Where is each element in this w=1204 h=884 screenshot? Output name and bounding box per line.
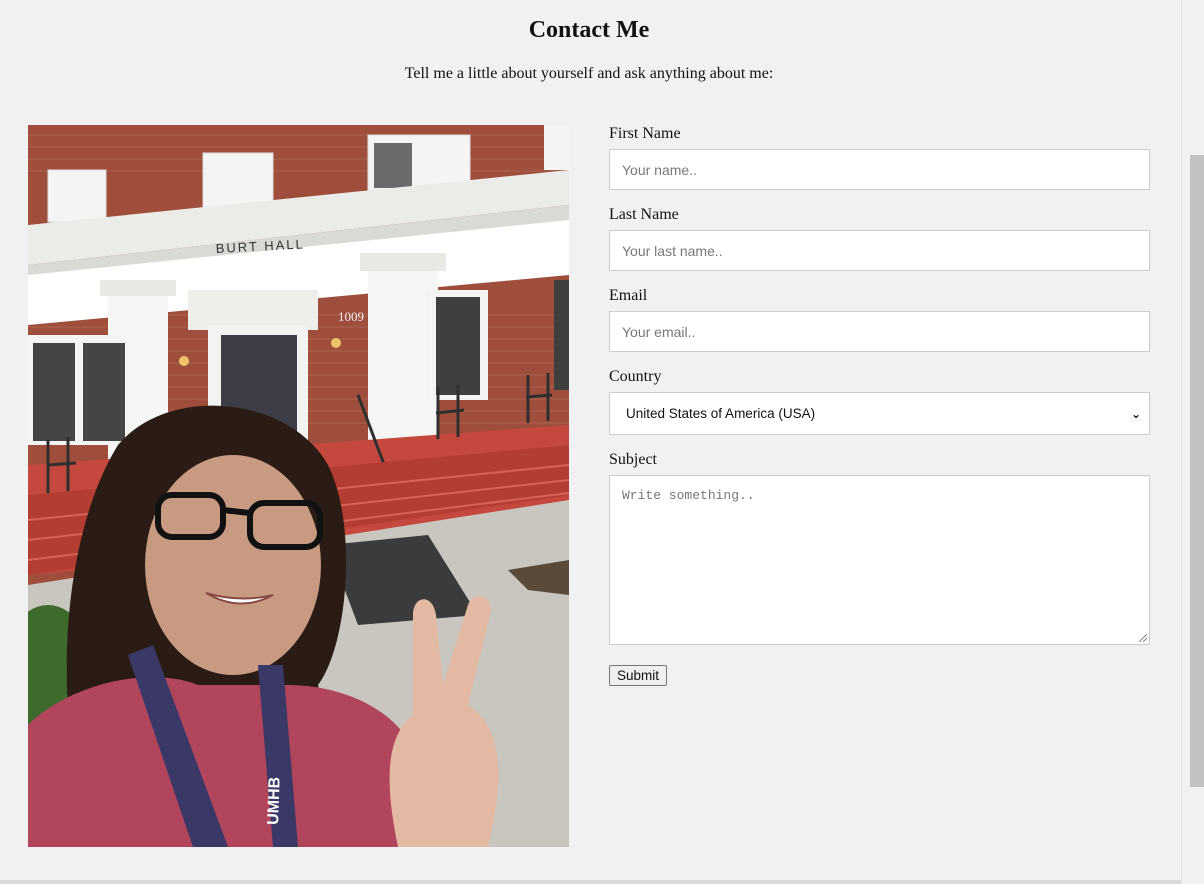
first-name-placeholder: Your name.. bbox=[622, 161, 697, 178]
chevron-down-icon: ⌄ bbox=[1130, 406, 1141, 421]
last-name-input[interactable]: Your last name.. bbox=[609, 230, 1150, 271]
country-select[interactable]: United States of America (USA) ⌄ bbox=[609, 392, 1150, 435]
profile-photo: BURT HALL 1009 UMHB bbox=[28, 125, 569, 847]
lanyard-text: UMHB bbox=[265, 777, 284, 826]
email-input[interactable]: Your email.. bbox=[609, 311, 1150, 352]
page: Contact Me Tell me a little about yourse… bbox=[0, 0, 1181, 880]
email-placeholder: Your email.. bbox=[622, 323, 696, 340]
last-name-placeholder: Your last name.. bbox=[622, 242, 723, 259]
scrollbar-thumb[interactable] bbox=[1190, 155, 1204, 787]
page-title: Contact Me bbox=[528, 17, 650, 43]
last-name-label: Last Name bbox=[609, 206, 679, 223]
address-number: 1009 bbox=[338, 309, 364, 324]
subject-placeholder: Write something.. bbox=[622, 488, 755, 503]
first-name-input[interactable]: Your name.. bbox=[609, 149, 1150, 190]
first-name-label: First Name bbox=[609, 125, 681, 142]
subject-textarea[interactable]: Write something.. bbox=[609, 475, 1150, 645]
submit-button[interactable]: Submit bbox=[609, 665, 668, 686]
email-label: Email bbox=[609, 287, 648, 304]
country-selected-value: United States of America (USA) bbox=[626, 406, 816, 421]
resize-handle-icon[interactable] bbox=[1139, 634, 1147, 642]
page-intro: Tell me a little about yourself and ask … bbox=[404, 65, 774, 82]
page-bottom-edge bbox=[0, 880, 1181, 884]
country-label: Country bbox=[609, 368, 662, 385]
vertical-scrollbar[interactable] bbox=[1181, 0, 1204, 884]
subject-label: Subject bbox=[609, 451, 657, 468]
